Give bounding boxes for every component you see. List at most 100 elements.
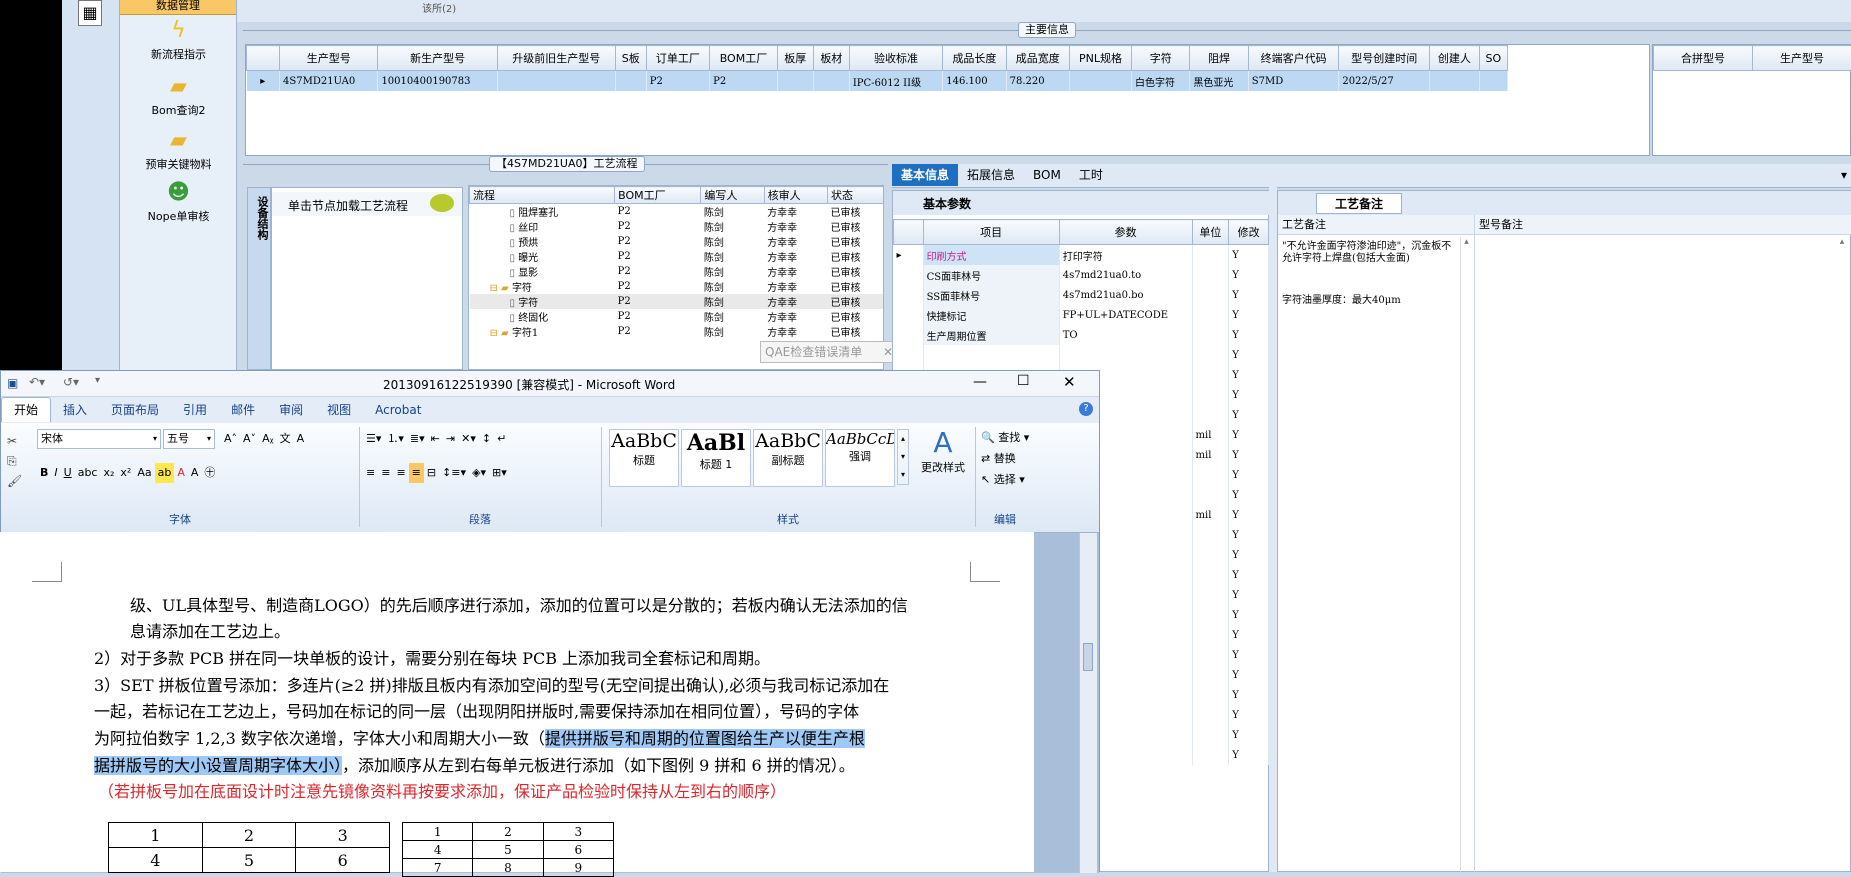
param-row[interactable]: CS面菲林号4s7md21ua0.toY	[894, 265, 1269, 285]
column-header[interactable]: 验收标准	[849, 46, 942, 71]
doc-line[interactable]: 一起，若标记在工艺边上，号码加在标记的同一层（出现阴阳拼版时,需要保持添加在相同…	[94, 698, 859, 725]
quick-panel-tab[interactable]: 数据管理	[120, 0, 236, 15]
maximize-icon[interactable]: ☐	[1017, 373, 1030, 389]
change-case-icon[interactable]: Aa	[134, 463, 154, 483]
tab-process-notes[interactable]: 工艺备注	[1316, 193, 1402, 214]
strikethrough-icon[interactable]: abc	[75, 463, 101, 483]
tree-row[interactable]: ▯ 显影P2陈剑方幸幸已审核	[470, 264, 885, 279]
font-name-select[interactable]: 宋体▾	[37, 429, 161, 449]
column-header[interactable]: 升级前旧生产型号	[497, 46, 615, 71]
param-row[interactable]: SS面菲林号4s7md21ua0.boY	[894, 285, 1269, 305]
tab-page-layout[interactable]: 页面布局	[99, 398, 171, 422]
quick-item-nope[interactable]: ☻ Nope单审核	[120, 180, 237, 224]
column-header[interactable]: PNL规格	[1069, 46, 1131, 71]
borders-icon[interactable]: ⊞▾	[489, 463, 510, 483]
tab-acrobat[interactable]: Acrobat	[363, 398, 433, 422]
vertical-scrollbar[interactable]	[1079, 533, 1097, 873]
column-header[interactable]: 成品宽度	[1006, 46, 1069, 71]
redo-icon[interactable]: ↺▾	[63, 375, 79, 389]
undo-icon[interactable]: ↶▾	[29, 375, 45, 389]
column-header[interactable]: 阻焊	[1190, 46, 1248, 71]
column-header[interactable]: 单位	[1192, 220, 1229, 245]
phonetic-icon[interactable]: 文	[277, 429, 294, 449]
find-button[interactable]: 🔍 查找 ▾	[981, 427, 1029, 448]
column-header[interactable]: 订单工厂	[646, 46, 709, 71]
select-button[interactable]: ↖ 选择 ▾	[981, 469, 1029, 490]
param-row[interactable]: 快捷标记FP+UL+DATECODEY	[894, 305, 1269, 325]
column-header[interactable]: 核审人	[764, 187, 827, 204]
quick-item-new-flow[interactable]: ϟ 新流程指示	[120, 18, 237, 62]
table-row[interactable]: ▸4S7MD21UA010010400190783P2P2IPC-6012 II…	[247, 71, 1508, 92]
quick-item-material[interactable]: ▰ 预审关键物料	[120, 128, 237, 172]
tab-review[interactable]: 审阅	[267, 398, 315, 422]
column-header[interactable]: BOM工厂	[710, 46, 778, 71]
notes-scrollbar[interactable]: ▴	[1460, 237, 1472, 873]
tab-basic-info[interactable]: 基本信息	[892, 164, 958, 186]
qae-popup[interactable]: QAE检查错误清单 ✕	[760, 341, 900, 363]
doc-line[interactable]: 息请添加在工艺边上。	[130, 618, 290, 645]
column-header[interactable]: 编写人	[701, 187, 764, 204]
column-header[interactable]: 板材	[813, 46, 849, 71]
param-cell[interactable]: 4s7md21ua0.to	[1059, 265, 1192, 285]
column-header[interactable]: 修改	[1229, 220, 1269, 245]
column-header[interactable]: 成品长度	[943, 46, 1006, 71]
multilevel-icon[interactable]: ≣▾	[407, 429, 428, 449]
column-header[interactable]: BOM工厂	[615, 187, 701, 204]
tree-row[interactable]: ▯ 预烘P2陈剑方幸幸已审核	[470, 234, 885, 249]
param-cell[interactable]: 打印字符	[1059, 245, 1192, 266]
align-center-icon[interactable]: ≡	[378, 463, 393, 483]
char-shading-icon[interactable]: A	[188, 463, 202, 483]
doc-line[interactable]: 据拼版号的大小设置周期字体大小），添加顺序从左到右每单元板进行添加（如下图例 9…	[94, 752, 855, 779]
font-size-select[interactable]: 五号▾	[163, 429, 215, 449]
tree-row[interactable]: ▯ 曝光P2陈剑方幸幸已审核	[470, 249, 885, 264]
style-heading-1[interactable]: AaBl标题 1	[681, 429, 751, 487]
minimize-icon[interactable]: —	[973, 374, 987, 390]
tree-row[interactable]: ⊟ ▰ 字符1P2陈剑方幸幸已审核	[470, 324, 885, 339]
model-notes-scrollbar[interactable]: ▴	[1836, 237, 1848, 873]
tab-insert[interactable]: 插入	[51, 398, 99, 422]
style-emphasis[interactable]: AaBbCcD强调	[825, 429, 895, 487]
font-color-icon[interactable]: A	[174, 463, 188, 483]
style-subtitle[interactable]: AaBbC副标题	[753, 429, 823, 487]
char-border-icon[interactable]: A	[294, 429, 308, 449]
doc-line[interactable]: 为阿拉伯数字 1,2,3 数字依次递增，字体大小和周期大小一致（提供拼版号和周期…	[94, 725, 865, 752]
param-row[interactable]: 生产周期位置TOY	[894, 325, 1269, 345]
increase-indent-icon[interactable]: ⇥	[443, 429, 458, 449]
superscript-icon[interactable]: x²	[117, 463, 134, 483]
bullets-icon[interactable]: ☰▾	[363, 429, 384, 449]
close-icon[interactable]: ✕	[1063, 373, 1076, 391]
clear-format-icon[interactable]: Aᵪ	[259, 429, 277, 449]
tree-row[interactable]: ▯ 丝印P2陈剑方幸幸已审核	[470, 219, 885, 234]
help-icon[interactable]: ?	[1079, 402, 1093, 416]
column-header[interactable]: 终端客户代码	[1248, 46, 1339, 71]
qat-dropdown-icon[interactable]: ▾	[95, 375, 100, 386]
param-cell[interactable]: FP+UL+DATECODE	[1059, 305, 1192, 325]
bold-icon[interactable]: B	[37, 463, 51, 483]
tab-references[interactable]: 引用	[171, 398, 219, 422]
tree-row[interactable]: ▯ 阻焊塞孔P2陈剑方幸幸已审核	[470, 204, 885, 220]
enclose-char-icon[interactable]: ㊉	[201, 463, 218, 483]
sort-icon[interactable]: ↕	[479, 429, 494, 449]
doc-line[interactable]: 级、UL具体型号、制造商LOGO）的先后顺序进行添加，添加的位置可以是分散的；若…	[130, 592, 908, 619]
param-cell[interactable]: 4s7md21ua0.bo	[1059, 285, 1192, 305]
align-left-icon[interactable]: ≡	[363, 463, 378, 483]
change-styles-button[interactable]: A更改样式	[915, 427, 971, 475]
underline-icon[interactable]: U	[61, 463, 75, 483]
replace-button[interactable]: ⇄ 替换	[981, 448, 1029, 469]
distribute-icon[interactable]: ⊟	[424, 463, 439, 483]
calculator-icon[interactable]: ▦	[78, 0, 102, 26]
quick-item-bom[interactable]: ▰ Bom查询2	[120, 74, 237, 118]
column-header[interactable]: S板	[615, 46, 646, 71]
column-header[interactable]: 参数	[1059, 220, 1192, 245]
device-structure-tab[interactable]: 设备结构	[247, 187, 271, 370]
tree-row[interactable]: ▯ 字符P2陈剑方幸幸已审核	[470, 294, 885, 309]
tab-bom[interactable]: BOM	[1024, 164, 1070, 186]
merge-col-header[interactable]: 生产型号	[1753, 46, 1851, 71]
shrink-font-icon[interactable]: A˅	[240, 429, 259, 449]
doc-line-red[interactable]: （若拼板号加在底面设计时注意先镜像资料再按要求添加，保证产品检验时保持从左到右的…	[98, 778, 786, 805]
merge-col-header[interactable]: 合拼型号	[1654, 46, 1753, 71]
doc-line[interactable]: 3）SET 拼板位置号添加：多连片(≥2 拼)排版且板内有添加空间的型号(无空间…	[94, 672, 889, 699]
tab-extended-info[interactable]: 拓展信息	[958, 164, 1024, 186]
tab-hours[interactable]: 工时	[1070, 164, 1112, 186]
styles-scroll[interactable]: ▴▾▾	[897, 429, 909, 485]
